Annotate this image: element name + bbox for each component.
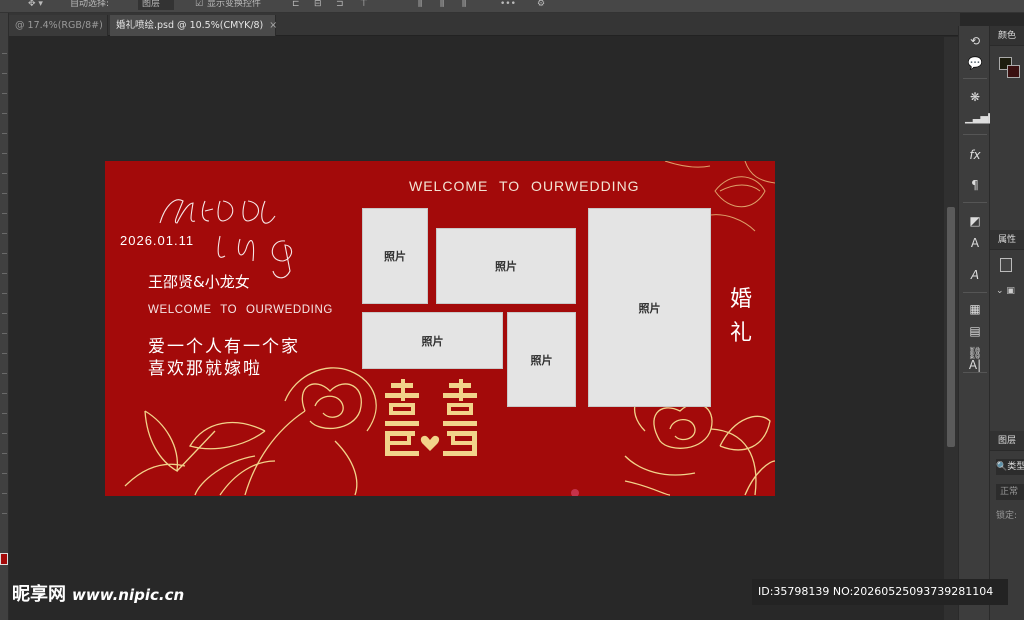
distribute-icon[interactable]: ⫼ bbox=[418, 0, 422, 10]
character-icon[interactable]: A bbox=[965, 234, 985, 252]
panel-icon-strip: ⟲ 💬 ❋ ▁▃▅▇ fx ¶ ◩ A A ▦ ▤ ⛓ A| bbox=[958, 26, 996, 620]
paragraph-icon[interactable]: ¶ bbox=[965, 176, 985, 194]
document-tabs: @ 17.4%(RGB/8#)× 婚礼喷绘.psd @ 10.5%(CMYK/8… bbox=[0, 13, 960, 36]
comment-icon[interactable]: 💬 bbox=[965, 54, 985, 72]
vertical-title-char: 婚 bbox=[729, 287, 752, 312]
vertical-title-char: 礼 bbox=[729, 321, 752, 346]
snowflake-icon[interactable]: ❋ bbox=[965, 88, 985, 106]
right-panel-dock: 颜色 属性 ⌄ ▣ 图层 🔍类型 正常 锁定: bbox=[990, 26, 1024, 620]
chevron-down-icon[interactable]: ⌄ ▣ bbox=[996, 286, 1015, 296]
vertical-scrollbar[interactable] bbox=[944, 37, 958, 620]
auto-select-dropdown[interactable]: 图层 bbox=[138, 0, 175, 10]
watermark-site: www.nipic.cn bbox=[72, 586, 185, 604]
image-id-bar: ID:35798139 NO:20260525093739281104 bbox=[752, 579, 1008, 605]
scrollbar-thumb[interactable] bbox=[947, 207, 955, 447]
move-tool-icon[interactable]: ✥ ▾ bbox=[28, 0, 43, 10]
welcome-subheading: WELCOME TO OURWEDDING bbox=[148, 304, 333, 316]
options-bar: ✥ ▾ 自动选择: 图层 ☑ 显示变换控件 ⊏ ⊟ ⊐ ⊤ ⫼ ⫼ ⫼ ••• … bbox=[0, 0, 1024, 13]
histogram-icon[interactable]: ▁▃▅▇ bbox=[965, 110, 996, 128]
photo-placeholder[interactable]: 照片 bbox=[436, 228, 576, 304]
distribute-h-icon[interactable]: ⫼ bbox=[462, 0, 466, 10]
show-transform-checkbox[interactable]: ☑ bbox=[195, 0, 203, 10]
photo-placeholder[interactable]: 照片 bbox=[588, 208, 711, 407]
layers-search-input[interactable]: 🔍类型 bbox=[996, 459, 1024, 475]
slogan-line-2: 喜欢那就嫁啦 bbox=[148, 359, 262, 379]
more-options-icon[interactable]: ••• bbox=[500, 0, 516, 10]
history-icon[interactable]: ⟲ bbox=[965, 32, 985, 50]
photo-placeholder[interactable]: 照片 bbox=[507, 312, 576, 407]
watermark-brand: 昵享网 bbox=[12, 584, 66, 605]
layers-panel-title[interactable]: 图层 bbox=[990, 431, 1024, 451]
properties-panel-title[interactable]: 属性 bbox=[990, 230, 1024, 250]
blend-mode-select[interactable]: 正常 bbox=[996, 484, 1024, 500]
foreground-color-swatch[interactable] bbox=[0, 553, 8, 565]
photo-placeholder[interactable]: 照片 bbox=[362, 312, 503, 369]
background-swatch[interactable] bbox=[1007, 65, 1020, 78]
tab-label: 婚礼喷绘.psd @ 10.5%(CMYK/8) bbox=[116, 20, 264, 31]
document-icon[interactable] bbox=[1000, 258, 1012, 272]
close-icon[interactable]: × bbox=[269, 20, 277, 31]
align-left-icon[interactable]: ⊏ bbox=[292, 0, 300, 10]
layers-search-label: 类型 bbox=[1007, 462, 1024, 472]
settings-gear-icon[interactable]: ⚙ bbox=[537, 0, 545, 10]
photoshop-window: ✥ ▾ 自动选择: 图层 ☑ 显示变换控件 ⊏ ⊟ ⊐ ⊤ ⫼ ⫼ ⫼ ••• … bbox=[0, 0, 1024, 620]
fx-icon[interactable]: fx bbox=[965, 146, 985, 164]
table-icon[interactable]: ▦ bbox=[965, 300, 985, 318]
color-panel-title[interactable]: 颜色 bbox=[990, 26, 1024, 46]
couple-names: 王邵贤&小龙女 bbox=[148, 273, 250, 291]
text-icon[interactable]: A| bbox=[965, 356, 985, 374]
align-center-icon[interactable]: ⊟ bbox=[314, 0, 322, 10]
wedding-artboard[interactable]: WELCOME TO OURWEDDING 2026.01.11 王邵贤&小龙女… bbox=[105, 161, 775, 496]
notes-icon[interactable]: ▤ bbox=[965, 322, 985, 340]
vertical-title: 婚 礼 bbox=[728, 283, 754, 351]
photo-placeholder[interactable]: 照片 bbox=[362, 208, 428, 304]
glyphs-icon[interactable]: A bbox=[965, 266, 985, 284]
wedding-date: 2026.01.11 bbox=[120, 233, 195, 248]
show-transform-label: 显示变换控件 bbox=[207, 0, 262, 9]
tab-label: @ 17.4%(RGB/8#) bbox=[15, 20, 103, 31]
welcome-heading: WELCOME TO OURWEDDING bbox=[409, 178, 640, 194]
auto-select-label[interactable]: 自动选择: bbox=[70, 0, 109, 10]
distribute-v-icon[interactable]: ⫼ bbox=[440, 0, 444, 10]
tab-document-1[interactable]: @ 17.4%(RGB/8#)× bbox=[9, 15, 117, 36]
nipic-watermark: 昵享网 www.nipic.cn bbox=[12, 580, 184, 606]
align-right-icon[interactable]: ⊐ bbox=[336, 0, 344, 10]
align-top-icon[interactable]: ⊤ bbox=[360, 0, 368, 10]
tab-document-2[interactable]: 婚礼喷绘.psd @ 10.5%(CMYK/8) × bbox=[110, 15, 277, 36]
layer-comps-icon[interactable]: ◩ bbox=[965, 212, 985, 230]
lock-label: 锁定: bbox=[996, 511, 1018, 521]
tools-panel bbox=[0, 13, 9, 620]
